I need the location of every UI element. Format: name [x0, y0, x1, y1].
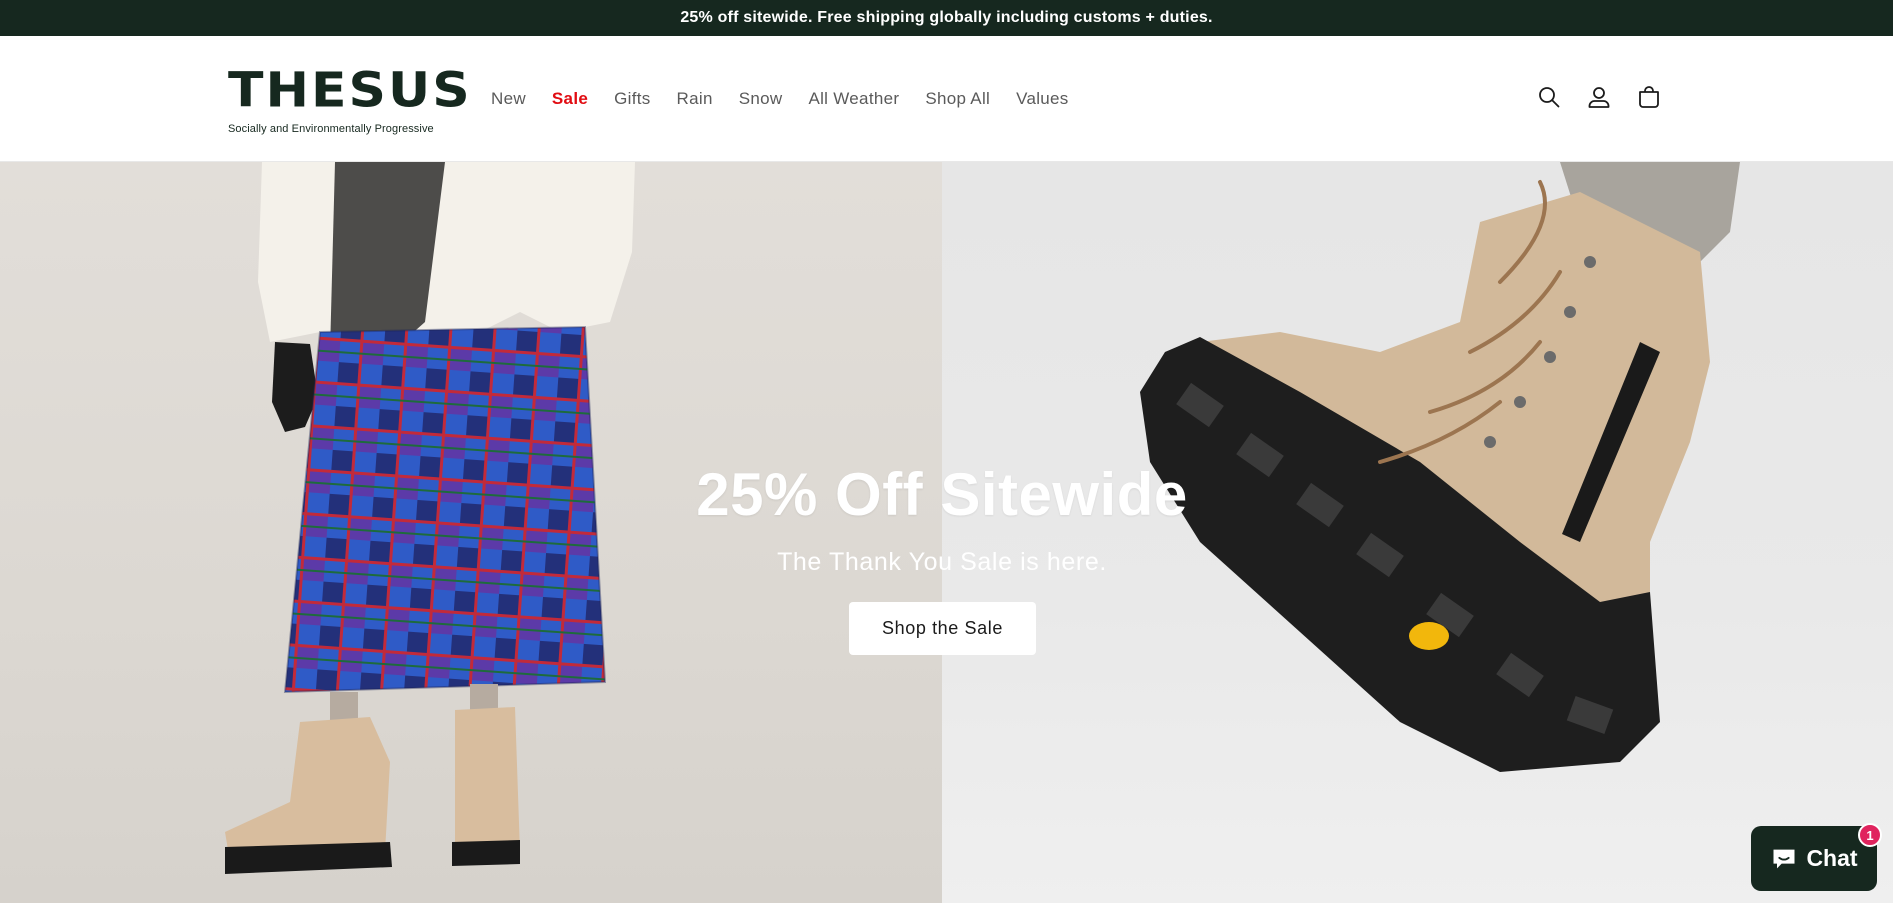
logo-wordmark: THESUS: [228, 63, 472, 119]
announcement-bar: 25% off sitewide. Free shipping globally…: [0, 0, 1893, 36]
hero-subtitle: The Thank You Sale is here.: [777, 548, 1107, 576]
nav-item-all-weather[interactable]: All Weather: [795, 88, 912, 110]
chat-notification-badge: 1: [1858, 823, 1882, 847]
cart-icon[interactable]: [1636, 84, 1662, 110]
chat-label: Chat: [1806, 845, 1858, 871]
nav-item-new[interactable]: New: [491, 88, 539, 110]
logo-tagline: Socially and Environmentally Progressive: [228, 123, 434, 135]
hero-banner: 25% Off Sitewide The Thank You Sale is h…: [0, 162, 1893, 903]
site-header: THESUS Socially and Environmentally Prog…: [0, 36, 1893, 162]
header-icons: [1536, 84, 1662, 110]
announcement-text: 25% off sitewide. Free shipping globally…: [680, 9, 1213, 26]
nav-item-snow[interactable]: Snow: [726, 88, 796, 110]
nav-item-sale[interactable]: Sale: [539, 88, 601, 110]
nav-item-gifts[interactable]: Gifts: [601, 88, 663, 110]
main-nav: New Sale Gifts Rain Snow All Weather Sho…: [491, 88, 1082, 110]
account-icon[interactable]: [1586, 84, 1612, 110]
logo[interactable]: THESUS Socially and Environmentally Prog…: [228, 63, 472, 135]
hero-title: 25% Off Sitewide: [696, 461, 1188, 528]
hero-content: 25% Off Sitewide The Thank You Sale is h…: [0, 162, 1893, 903]
nav-item-values[interactable]: Values: [1003, 88, 1082, 110]
shop-sale-button[interactable]: Shop the Sale: [849, 602, 1036, 655]
search-icon[interactable]: [1536, 84, 1562, 110]
nav-item-rain[interactable]: Rain: [664, 88, 726, 110]
chat-bubble-icon: [1773, 849, 1795, 868]
nav-item-shop-all[interactable]: Shop All: [912, 88, 1003, 110]
